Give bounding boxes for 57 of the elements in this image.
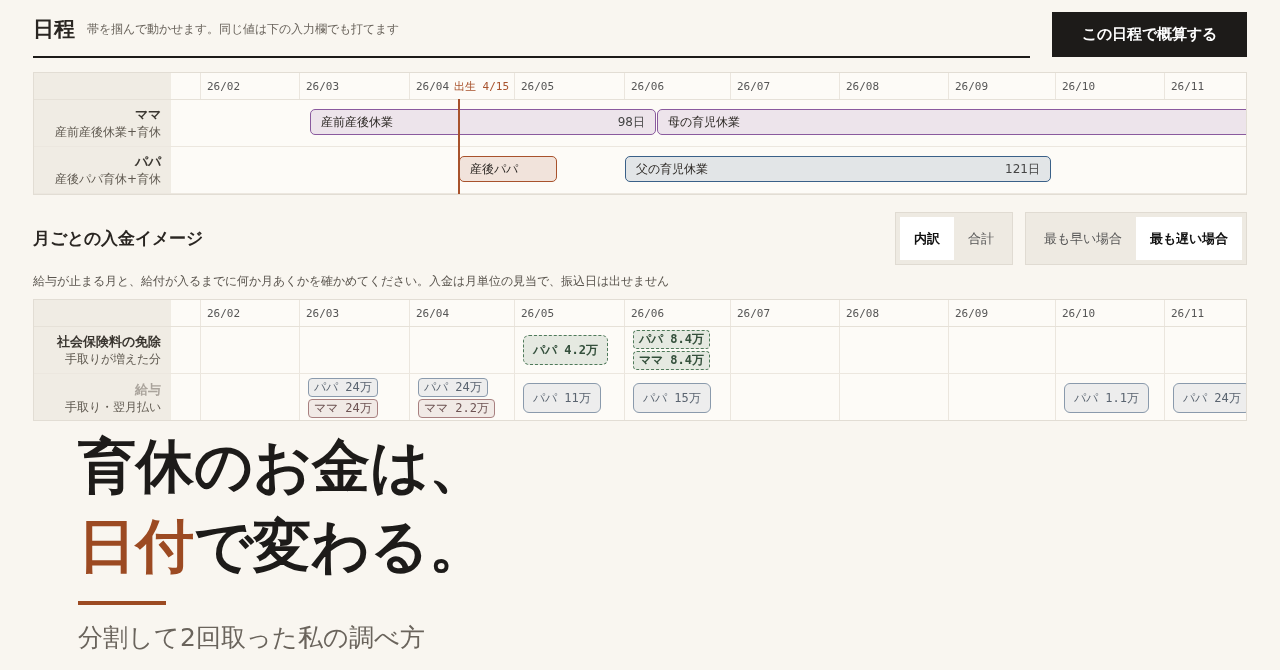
row-label: ママ	[135, 105, 161, 124]
headline-text: 日付	[78, 514, 194, 579]
hint-text: 帯を掴んで動かせます。同じ値は下の入力欄でも打てます	[87, 20, 399, 38]
month-label: 26/07	[737, 79, 771, 93]
note-text: 給与が止まる月と、給付が入るまでに何か月あくかを確かめてください。入金は月単位の見当で、振込日は出せません	[33, 273, 670, 290]
month-label: 26/05	[521, 306, 555, 320]
leave-bar[interactable]: 産後パパ	[459, 156, 557, 182]
amount-chip: ママ 24万	[308, 399, 378, 418]
month-label: 26/11	[1171, 306, 1205, 320]
row-sublabel: 産前産後休業+育休	[54, 123, 161, 141]
amount-chip: パパ 24万	[1173, 383, 1246, 413]
leave-bar[interactable]: 産前産後休業 98日	[310, 109, 656, 135]
row-sublabel: 手取り・翌月払い	[65, 398, 161, 416]
month-label: 26/03	[306, 79, 340, 93]
month-label: 26/09	[955, 306, 989, 320]
month-label: 26/06	[631, 306, 665, 320]
month-label: 26/02	[207, 306, 241, 320]
amount-chip: パパ 1.1万	[1064, 383, 1149, 413]
toggle-option[interactable]: 最も早い場合	[1030, 217, 1136, 260]
amount-chip: パパ 15万	[633, 383, 711, 413]
row-label: 給与	[135, 380, 161, 399]
month-label: 26/08	[846, 306, 880, 320]
headline-text: で変わる。	[194, 514, 487, 579]
amount-chip: パパ 24万	[418, 378, 488, 397]
leave-bar[interactable]: 母の育児休業	[657, 109, 1246, 135]
amount-chip: パパ 4.2万	[523, 335, 608, 365]
section-title: 日程	[33, 16, 75, 43]
headline-text: 育休のお金は、	[78, 434, 487, 499]
month-label: 26/09	[955, 79, 989, 93]
leave-bar[interactable]: 父の育児休業 121日	[625, 156, 1051, 182]
month-label: 26/04	[416, 306, 450, 320]
birth-marker-label: 出生 4/15	[454, 79, 510, 94]
month-label: 26/02	[207, 79, 241, 93]
row-sublabel: 手取りが増えた分	[65, 350, 161, 368]
subtitle: 分割して2回取った私の調べ方	[78, 622, 426, 654]
section-title: 月ごとの入金イメージ	[33, 228, 203, 250]
amount-chip: パパ 24万	[308, 378, 378, 397]
month-label: 26/04	[416, 79, 450, 93]
estimate-button[interactable]: この日程で概算する	[1052, 12, 1247, 57]
month-label: 26/06	[631, 79, 665, 93]
row-sublabel: 産後パパ育休+育休	[54, 170, 161, 188]
month-label: 26/10	[1062, 306, 1096, 320]
amount-chip: ママ 8.4万	[633, 351, 710, 370]
toggle-option[interactable]: 合計	[954, 217, 1008, 260]
row-label: 社会保険料の免除	[57, 332, 161, 351]
amount-chip: ママ 2.2万	[418, 399, 495, 418]
amount-chip: パパ 11万	[523, 383, 601, 413]
month-label: 26/03	[306, 306, 340, 320]
row-label: パパ	[135, 152, 161, 171]
month-label: 26/10	[1062, 79, 1096, 93]
toggle-option[interactable]: 最も遅い場合	[1136, 217, 1242, 260]
month-label: 26/07	[737, 306, 771, 320]
month-label: 26/08	[846, 79, 880, 93]
month-label: 26/11	[1171, 79, 1205, 93]
month-label: 26/05	[521, 79, 555, 93]
toggle-option[interactable]: 内訳	[900, 217, 954, 260]
amount-chip: パパ 8.4万	[633, 330, 710, 349]
